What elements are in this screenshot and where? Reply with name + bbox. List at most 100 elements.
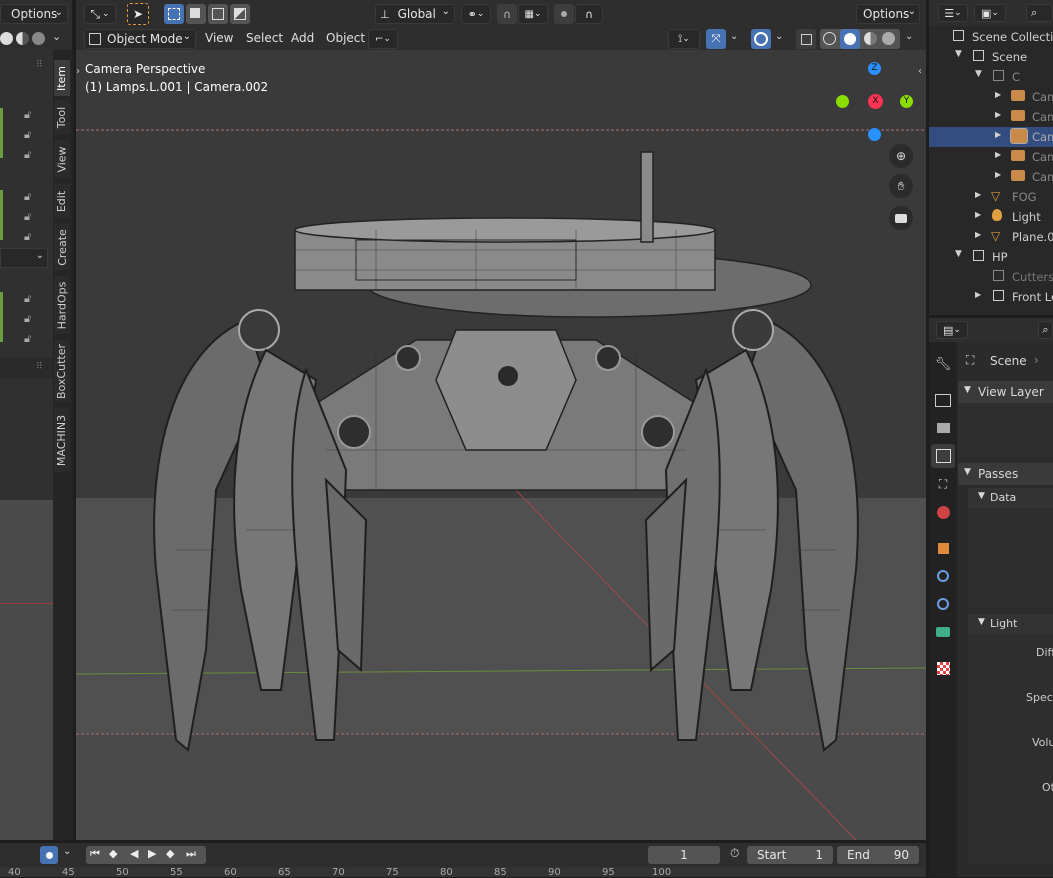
gizmo-y-neg-axis[interactable] bbox=[836, 95, 849, 108]
modifier-tab-icon[interactable] bbox=[931, 564, 955, 588]
subpanel-data[interactable]: ▼ Data bbox=[968, 488, 1053, 508]
gizmo-toggle[interactable]: ⤧ bbox=[706, 29, 726, 49]
end-frame-field[interactable]: End 90 bbox=[837, 846, 919, 864]
expand-arrow-icon[interactable]: ▶ bbox=[995, 110, 1001, 119]
outliner-row-camera[interactable]: ▶ Cam bbox=[929, 87, 1053, 107]
outliner-row-plane[interactable]: ▶ ▽ Plane.00 bbox=[929, 227, 1053, 247]
select-invert-icon[interactable] bbox=[230, 4, 250, 24]
prev-keyframe-icon[interactable]: ◆ bbox=[109, 847, 117, 860]
outliner-row-camera[interactable]: ▶ Cam bbox=[929, 147, 1053, 167]
tab-tool[interactable]: Tool bbox=[54, 100, 70, 134]
outliner-row-camera[interactable]: ▶ Cam bbox=[929, 107, 1053, 127]
tab-hardops[interactable]: HardOps bbox=[54, 276, 70, 334]
chevron-right-icon[interactable]: › bbox=[76, 66, 80, 77]
proportional-editing-toggle[interactable] bbox=[554, 4, 574, 24]
expand-arrow-icon[interactable]: ▶ bbox=[975, 210, 981, 219]
snap-target-dropdown[interactable]: ▦ ⌄ bbox=[518, 4, 548, 24]
outliner-row-scene-collection[interactable]: Scene Collection bbox=[929, 27, 1053, 47]
expand-arrow-icon[interactable]: ▼ bbox=[955, 49, 962, 59]
outliner-row-hp[interactable]: ▼ HP bbox=[929, 247, 1053, 267]
rendered-shading-icon[interactable] bbox=[32, 32, 45, 45]
expand-arrow-icon[interactable]: ▶ bbox=[975, 190, 981, 199]
chevron-down-icon[interactable]: ⌄ bbox=[905, 31, 913, 42]
lock-icon[interactable]: 🔓︎ bbox=[24, 312, 31, 326]
chevron-down-icon[interactable]: ⌄ bbox=[775, 31, 783, 42]
outliner-row-fog[interactable]: ▶ ▽ FOG bbox=[929, 187, 1053, 207]
output-tab-icon[interactable] bbox=[931, 416, 955, 440]
outliner-row-c[interactable]: ▼ C bbox=[929, 67, 1053, 87]
zoom-button[interactable]: ⊕ bbox=[889, 144, 913, 168]
jump-end-icon[interactable]: ⏭︎ bbox=[186, 847, 196, 861]
outliner-row-cutters[interactable]: Cutters bbox=[929, 267, 1053, 287]
expand-arrow-icon[interactable]: ▶ bbox=[975, 230, 981, 239]
visibility-dropdown[interactable]: ⟟ ⌄ bbox=[668, 29, 700, 49]
expand-arrow-icon[interactable]: ▶ bbox=[995, 170, 1001, 179]
lock-icon[interactable]: 🔓︎ bbox=[24, 230, 31, 244]
gizmo-x-axis[interactable]: X bbox=[868, 94, 883, 109]
menu-view[interactable]: View bbox=[205, 31, 233, 47]
lock-icon[interactable]: 🔓︎ bbox=[24, 190, 31, 204]
chevron-down-icon[interactable]: ⌄ bbox=[63, 846, 71, 857]
pivot-point-dropdown[interactable]: ⚭ ⌄ bbox=[461, 4, 491, 24]
tab-create[interactable]: Create bbox=[54, 224, 70, 270]
viewport-3d[interactable]: Camera Perspective (1) Lamps.L.001 | Cam… bbox=[76, 50, 926, 840]
chevron-down-icon[interactable]: ⌄ bbox=[730, 31, 738, 42]
tab-boxcutter[interactable]: BoxCutter bbox=[54, 340, 70, 402]
menu-select[interactable]: Select bbox=[246, 31, 283, 47]
expand-arrow-icon[interactable]: ▶ bbox=[975, 290, 981, 299]
camera-view-button[interactable] bbox=[889, 206, 913, 230]
constraint-tab-icon[interactable] bbox=[931, 592, 955, 616]
jump-start-icon[interactable]: ⏮︎ bbox=[90, 847, 100, 861]
lock-icon[interactable]: 🔓︎ bbox=[24, 148, 31, 162]
outliner-editor-type[interactable]: ☰ ⌄ bbox=[938, 4, 968, 22]
outliner-row-camera-selected[interactable]: ▶ Cam bbox=[929, 127, 1053, 147]
expand-arrow-icon[interactable]: ▶ bbox=[995, 150, 1001, 159]
overlay-toggle[interactable] bbox=[751, 29, 771, 49]
lock-icon[interactable]: 🔓︎ bbox=[24, 332, 31, 346]
start-frame-field[interactable]: Start 1 bbox=[747, 846, 833, 864]
panel-passes[interactable]: ▼ Passes bbox=[958, 463, 1053, 485]
falloff-dropdown[interactable]: ∩ bbox=[575, 4, 603, 24]
expand-arrow-icon[interactable]: ▶ bbox=[995, 90, 1001, 99]
gizmo-z-axis[interactable]: Z bbox=[868, 62, 881, 75]
solid-shading-icon[interactable] bbox=[0, 32, 13, 45]
expand-arrow-icon[interactable]: ▼ bbox=[975, 69, 982, 79]
wireframe-shading-icon[interactable] bbox=[823, 32, 836, 45]
select-new-icon[interactable] bbox=[164, 4, 184, 24]
gizmo-y-axis[interactable]: Y bbox=[900, 95, 913, 108]
stopwatch-icon[interactable]: ⏱︎ bbox=[730, 846, 739, 861]
panel-grip[interactable]: ⠿ bbox=[36, 60, 43, 70]
select-extend-icon[interactable] bbox=[186, 4, 206, 24]
pan-button[interactable]: ✋︎ bbox=[889, 174, 913, 198]
display-mode-dropdown[interactable]: ▣ ⌄ bbox=[974, 4, 1006, 22]
gpencil-dropdown[interactable]: ⌐ ⌄ bbox=[368, 29, 398, 49]
menu-add[interactable]: Add bbox=[291, 31, 314, 47]
gizmo-z-neg-axis[interactable] bbox=[868, 128, 881, 141]
menu-object[interactable]: Object bbox=[326, 31, 365, 47]
keying-toggle[interactable] bbox=[40, 846, 58, 864]
tab-item[interactable]: Item bbox=[54, 60, 70, 96]
editor-type-button[interactable]: ⤡ ⌄ bbox=[84, 4, 116, 24]
navigation-gizmo[interactable]: Z X Y bbox=[832, 62, 922, 142]
properties-editor-type[interactable]: ▤ ⌄ bbox=[936, 321, 968, 339]
lock-icon[interactable]: 🔓︎ bbox=[24, 128, 31, 142]
lock-icon[interactable]: 🔓︎ bbox=[24, 108, 31, 122]
properties-search[interactable]: ⌕ bbox=[1038, 321, 1053, 339]
tool-tab-icon[interactable]: 🔧︎ bbox=[931, 352, 955, 376]
timeline-ruler[interactable]: 40 45 50 55 60 65 70 75 80 85 90 95 100 bbox=[0, 867, 926, 878]
tab-edit[interactable]: Edit bbox=[54, 184, 70, 218]
outliner-row-camera[interactable]: ▶ Cam bbox=[929, 167, 1053, 187]
play-reverse-icon[interactable]: ◀ bbox=[130, 847, 138, 860]
expand-arrow-icon[interactable]: ▼ bbox=[955, 249, 962, 259]
material-shading-icon[interactable] bbox=[16, 32, 29, 45]
panel-grip[interactable]: ⠿ bbox=[36, 362, 43, 372]
outliner-search[interactable]: ⌕ bbox=[1026, 4, 1053, 22]
texture-tab-icon[interactable] bbox=[931, 656, 955, 680]
options-right-button[interactable]: Options ⌄ bbox=[856, 4, 920, 24]
lock-icon[interactable]: 🔓︎ bbox=[24, 210, 31, 224]
mode-dropdown[interactable]: Object Mode ⌄ bbox=[84, 29, 196, 49]
xray-toggle[interactable] bbox=[796, 29, 816, 49]
rotation-mode-dropdown[interactable]: ⌄ bbox=[0, 248, 48, 268]
chevron-down-icon[interactable]: ⌄ bbox=[52, 30, 61, 43]
object-tab-icon[interactable] bbox=[931, 536, 955, 560]
